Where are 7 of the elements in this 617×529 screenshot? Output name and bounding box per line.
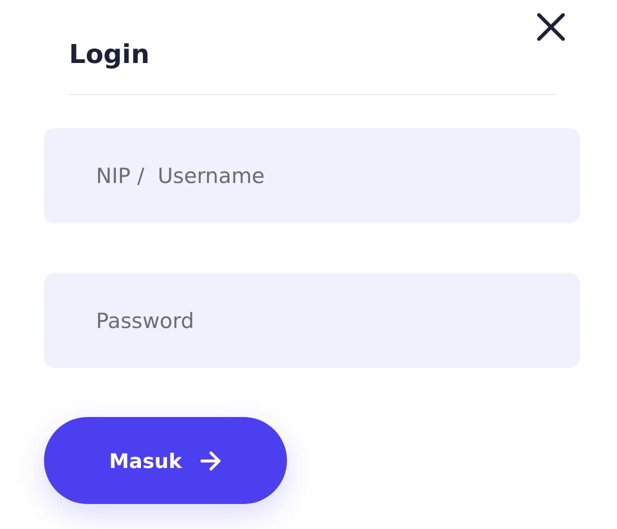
close-button[interactable] — [536, 12, 566, 42]
username-field[interactable]: NIP / Username — [44, 128, 580, 223]
close-icon — [536, 12, 566, 42]
login-button[interactable]: Masuk — [44, 417, 287, 504]
login-title: Login — [69, 40, 150, 70]
password-field[interactable]: Password — [44, 273, 580, 368]
arrow-right-icon — [200, 450, 222, 470]
